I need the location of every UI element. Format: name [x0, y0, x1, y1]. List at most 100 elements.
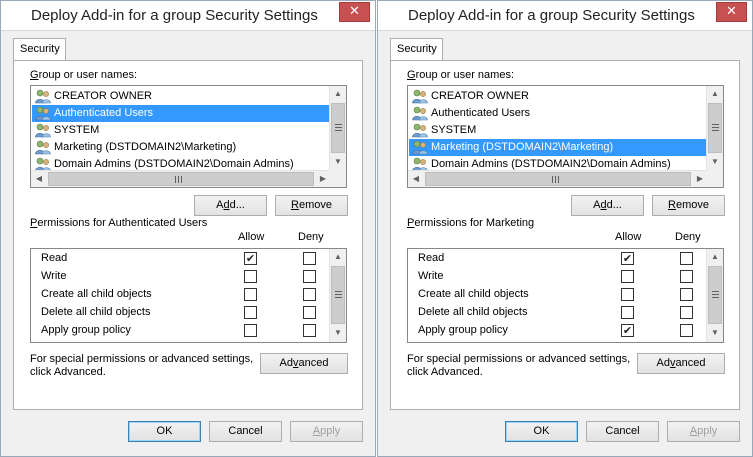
permissions-for-label: Permissions for Marketing	[407, 217, 535, 229]
list-item[interactable]: SYSTEM	[409, 122, 707, 139]
allow-checkbox[interactable]	[244, 324, 257, 337]
user-name: CREATOR OWNER	[431, 90, 529, 102]
user-name: SYSTEM	[54, 124, 100, 136]
security-tab-panel: Group or user names: CREATOR OWNER Authen…	[13, 60, 363, 410]
advanced-button[interactable]: Advanced	[260, 353, 348, 374]
users-group-icon	[35, 89, 51, 104]
deny-checkbox[interactable]	[680, 252, 693, 265]
close-icon: ✕	[726, 4, 737, 19]
remove-button[interactable]: Remove	[652, 195, 725, 216]
list-item[interactable]: Authenticated Users	[32, 105, 330, 122]
listbox-vertical-scrollbar[interactable]: ▲ ▼	[329, 86, 346, 170]
ok-button[interactable]: OK	[128, 421, 201, 442]
cancel-button[interactable]: Cancel	[209, 421, 282, 442]
close-button[interactable]: ✕	[716, 2, 747, 22]
tab-security[interactable]: Security	[390, 38, 443, 61]
permissions-list: Read ✔ Write Create all child objects Delete…	[407, 248, 724, 343]
security-tab-panel: Group or user names: CREATOR OWNER Authen…	[390, 60, 740, 410]
allow-checkbox[interactable]	[244, 288, 257, 301]
scroll-down-arrow-icon[interactable]: ▼	[330, 325, 346, 341]
apply-button[interactable]: Apply	[667, 421, 740, 442]
list-item[interactable]: Marketing (DSTDOMAIN2\Marketing)	[409, 139, 707, 156]
deny-checkbox[interactable]	[303, 252, 316, 265]
allow-checkbox[interactable]: ✔	[621, 252, 634, 265]
allow-checkbox[interactable]	[621, 306, 634, 319]
allow-column-header: Allow	[238, 231, 265, 243]
scroll-up-arrow-icon[interactable]: ▲	[330, 86, 346, 102]
group-or-user-names-label: Group or user names:	[407, 69, 514, 81]
horizontal-scrollbar-thumb[interactable]	[425, 172, 691, 186]
permission-row: Create all child objects	[408, 286, 708, 304]
users-group-icon	[412, 106, 428, 121]
permissions-vertical-scrollbar[interactable]: ▲ ▼	[706, 249, 723, 342]
permission-row: Create all child objects	[31, 286, 331, 304]
list-item[interactable]: Authenticated Users	[409, 105, 707, 122]
list-item[interactable]: Marketing (DSTDOMAIN2\Marketing)	[32, 139, 330, 156]
allow-checkbox[interactable]	[621, 288, 634, 301]
user-name: SYSTEM	[431, 124, 477, 136]
add-button[interactable]: Add...	[194, 195, 267, 216]
title-bar[interactable]: Deploy Add-in for a group Security Setti…	[1, 1, 375, 31]
ok-button[interactable]: OK	[505, 421, 578, 442]
close-button[interactable]: ✕	[339, 2, 370, 22]
scroll-left-arrow-icon[interactable]: ◀	[408, 171, 424, 187]
allow-checkbox[interactable]	[244, 306, 257, 319]
horizontal-scrollbar-thumb[interactable]	[48, 172, 314, 186]
window-title: Deploy Add-in for a group Security Setti…	[408, 7, 695, 24]
list-item[interactable]: CREATOR OWNER	[32, 88, 330, 105]
permission-row: Delete all child objects	[408, 304, 708, 322]
deny-checkbox[interactable]	[680, 270, 693, 283]
permission-row: Write	[31, 268, 331, 286]
allow-checkbox[interactable]: ✔	[621, 324, 634, 337]
advanced-button[interactable]: Advanced	[637, 353, 725, 374]
title-bar[interactable]: Deploy Add-in for a group Security Setti…	[378, 1, 752, 31]
scroll-down-arrow-icon[interactable]: ▼	[330, 154, 346, 170]
group-user-listbox[interactable]: CREATOR OWNER Authenticated Users SYSTEM Ma…	[30, 85, 347, 188]
scroll-down-arrow-icon[interactable]: ▼	[707, 154, 723, 170]
listbox-horizontal-scrollbar[interactable]: ◀ ▶	[408, 170, 708, 187]
listbox-horizontal-scrollbar[interactable]: ◀ ▶	[31, 170, 331, 187]
list-item[interactable]: CREATOR OWNER	[409, 88, 707, 105]
allow-checkbox[interactable]: ✔	[244, 252, 257, 265]
permission-name: Delete all child objects	[41, 306, 151, 318]
deny-checkbox[interactable]	[303, 306, 316, 319]
scroll-up-arrow-icon[interactable]: ▲	[330, 249, 346, 265]
deny-checkbox[interactable]	[303, 324, 316, 337]
list-item[interactable]: SYSTEM	[32, 122, 330, 139]
permissions-vertical-scrollbar[interactable]: ▲ ▼	[329, 249, 346, 342]
scroll-up-arrow-icon[interactable]: ▲	[707, 86, 723, 102]
scrollbar-thumb[interactable]	[331, 103, 345, 153]
scroll-down-arrow-icon[interactable]: ▼	[707, 325, 723, 341]
users-group-icon	[412, 140, 428, 155]
user-name: Domain Admins (DSTDOMAIN2\Domain Admins)	[431, 158, 671, 170]
scrollbar-corner	[329, 170, 346, 187]
permissions-list: Read ✔ Write Create all child objects Delete…	[30, 248, 347, 343]
user-name: Domain Admins (DSTDOMAIN2\Domain Admins)	[54, 158, 294, 170]
deny-checkbox[interactable]	[680, 288, 693, 301]
scrollbar-thumb[interactable]	[708, 103, 722, 153]
group-user-listbox[interactable]: CREATOR OWNER Authenticated Users SYSTEM Ma…	[407, 85, 724, 188]
apply-button[interactable]: Apply	[290, 421, 363, 442]
deny-checkbox[interactable]	[680, 324, 693, 337]
security-settings-dialog-2: Deploy Add-in for a group Security Setti…	[377, 0, 753, 457]
cancel-button[interactable]: Cancel	[586, 421, 659, 442]
allow-checkbox[interactable]	[244, 270, 257, 283]
allow-checkbox[interactable]	[621, 270, 634, 283]
remove-button[interactable]: Remove	[275, 195, 348, 216]
permission-row: Delete all child objects	[31, 304, 331, 322]
deny-checkbox[interactable]	[303, 288, 316, 301]
deny-checkbox[interactable]	[303, 270, 316, 283]
scroll-up-arrow-icon[interactable]: ▲	[707, 249, 723, 265]
listbox-vertical-scrollbar[interactable]: ▲ ▼	[706, 86, 723, 170]
scroll-left-arrow-icon[interactable]: ◀	[31, 171, 47, 187]
add-button[interactable]: Add...	[571, 195, 644, 216]
user-name: Marketing (DSTDOMAIN2\Marketing)	[429, 139, 617, 155]
scrollbar-thumb[interactable]	[708, 266, 722, 324]
scrollbar-thumb[interactable]	[331, 266, 345, 324]
tab-security[interactable]: Security	[13, 38, 66, 61]
users-group-icon	[35, 123, 51, 138]
deny-checkbox[interactable]	[680, 306, 693, 319]
user-name: Authenticated Users	[52, 105, 157, 121]
permission-row: Write	[408, 268, 708, 286]
user-name: Marketing (DSTDOMAIN2\Marketing)	[54, 141, 237, 153]
